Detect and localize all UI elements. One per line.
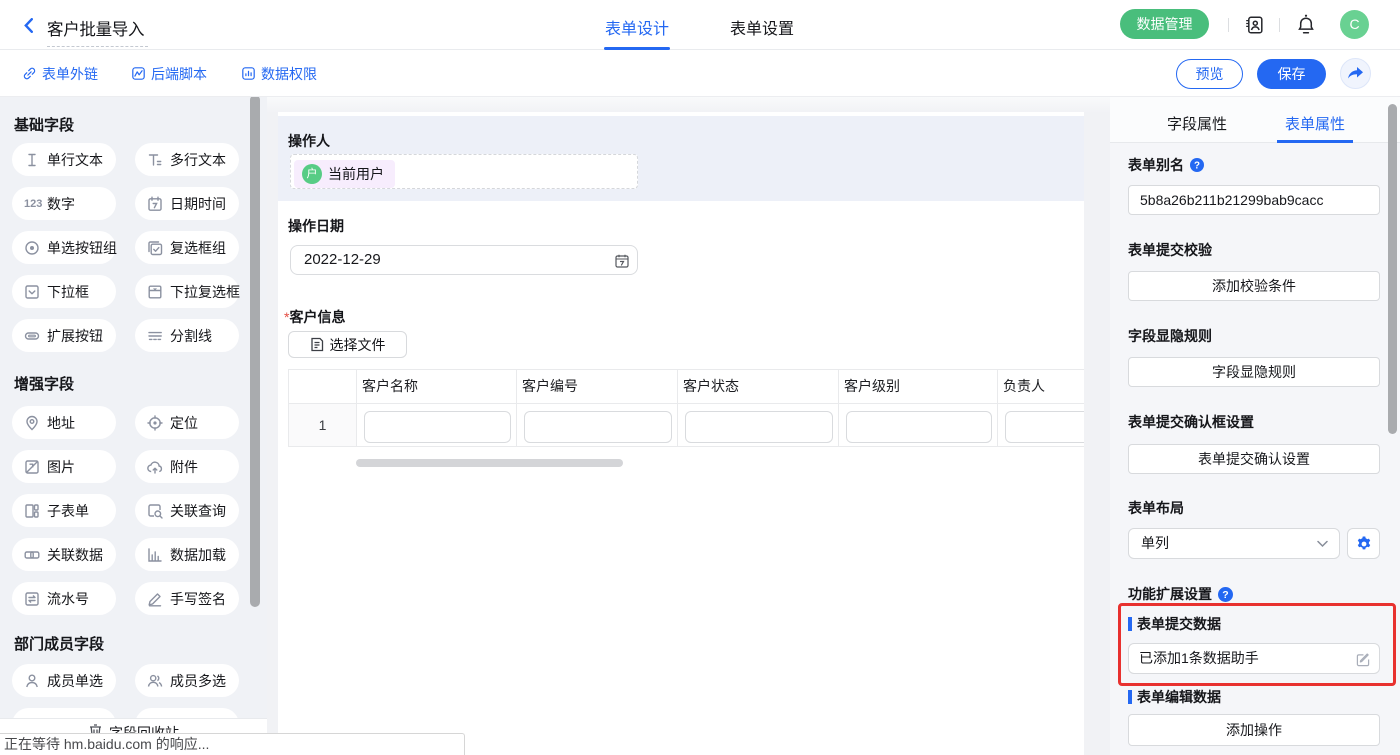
svg-text:?: ?	[1194, 160, 1200, 171]
svg-text:?: ?	[1222, 589, 1228, 601]
